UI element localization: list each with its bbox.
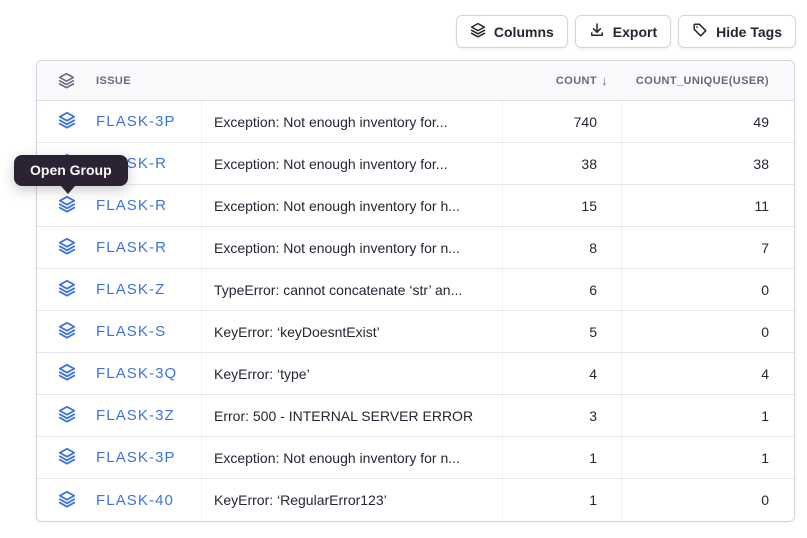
hide-tags-button[interactable]: Hide Tags — [678, 15, 796, 48]
open-group-button[interactable] — [37, 405, 96, 426]
count-unique-value: 0 — [597, 324, 769, 340]
table-row[interactable]: FLASK-3Q KeyError: ‘type’ 4 4 — [37, 353, 794, 395]
issue-link[interactable]: FLASK-3P — [96, 449, 214, 466]
count-unique-value: 7 — [597, 240, 769, 256]
table-body: FLASK-3P Exception: Not enough inventory… — [37, 101, 794, 521]
count-value: 5 — [501, 324, 597, 340]
stack-icon — [58, 447, 76, 468]
issue-link[interactable]: FLASK-40 — [96, 492, 214, 509]
stack-icon — [58, 321, 76, 342]
table-row[interactable]: FLASK-40 KeyError: ‘RegularError123’ 1 0 — [37, 479, 794, 521]
table-row[interactable]: FLASK-Z TypeError: cannot concatenate ‘s… — [37, 269, 794, 311]
issue-summary: TypeError: cannot concatenate ‘str’ an..… — [214, 282, 501, 298]
issue-link[interactable]: FLASK-R — [96, 239, 214, 256]
issue-link[interactable]: FLASK-Z — [96, 281, 214, 298]
open-group-button[interactable] — [37, 195, 96, 216]
stack-icon — [58, 405, 76, 426]
issue-summary: KeyError: ‘RegularError123’ — [214, 492, 501, 508]
discover-results-screen: Columns Export Hide Tags — [0, 0, 807, 538]
count-unique-value: 4 — [597, 366, 769, 382]
issue-summary: KeyError: ‘keyDoesntExist’ — [214, 324, 501, 340]
tooltip-label: Open Group — [30, 162, 112, 178]
open-group-button[interactable] — [37, 111, 96, 132]
count-unique-value: 0 — [597, 282, 769, 298]
table-row[interactable]: FLASK-3P Exception: Not enough inventory… — [37, 101, 794, 143]
count-value: 38 — [501, 156, 597, 172]
table-header-row: ISSUE COUNT ↓ COUNT_UNIQUE(USER) — [37, 61, 794, 101]
count-unique-value: 11 — [597, 198, 769, 214]
issue-summary: Exception: Not enough inventory for n... — [214, 240, 501, 256]
columns-button[interactable]: Columns — [456, 15, 568, 48]
open-group-tooltip: Open Group — [14, 155, 128, 186]
header-stack-icon — [37, 72, 96, 89]
stack-icon — [470, 22, 486, 41]
tag-icon — [692, 22, 708, 41]
count-value: 1 — [501, 492, 597, 508]
stack-icon — [58, 490, 76, 511]
stack-icon — [58, 363, 76, 384]
table-row[interactable]: FLASK-R Exception: Not enough inventory … — [37, 185, 794, 227]
header-count-label: COUNT — [556, 75, 597, 87]
export-button-label: Export — [613, 24, 657, 40]
open-group-button[interactable] — [37, 490, 96, 511]
columns-button-label: Columns — [494, 24, 554, 40]
export-button[interactable]: Export — [575, 15, 671, 48]
count-value: 1 — [501, 450, 597, 466]
issue-summary: Exception: Not enough inventory for h... — [214, 198, 501, 214]
table-row[interactable]: FLASK-R Exception: Not enough inventory … — [37, 143, 794, 185]
toolbar: Columns Export Hide Tags — [456, 15, 796, 48]
sort-desc-arrow-icon: ↓ — [601, 72, 608, 87]
stack-icon — [58, 279, 76, 300]
tooltip-arrow — [61, 186, 75, 194]
table-row[interactable]: FLASK-3P Exception: Not enough inventory… — [37, 437, 794, 479]
issue-link[interactable]: FLASK-3Q — [96, 365, 214, 382]
issue-summary: Error: 500 - INTERNAL SERVER ERROR — [214, 408, 501, 424]
open-group-button[interactable] — [37, 237, 96, 258]
issue-link[interactable]: FLASK-R — [96, 197, 214, 214]
hide-tags-button-label: Hide Tags — [716, 24, 782, 40]
issue-link[interactable]: FLASK-3Z — [96, 407, 214, 424]
issue-summary: KeyError: ‘type’ — [214, 366, 501, 382]
table-row[interactable]: FLASK-R Exception: Not enough inventory … — [37, 227, 794, 269]
count-value: 740 — [501, 114, 597, 130]
count-unique-value: 0 — [597, 492, 769, 508]
count-unique-value: 1 — [597, 408, 769, 424]
count-value: 6 — [501, 282, 597, 298]
issue-summary: Exception: Not enough inventory for... — [214, 156, 501, 172]
stack-icon — [58, 195, 76, 216]
table-row[interactable]: FLASK-S KeyError: ‘keyDoesntExist’ 5 0 — [37, 311, 794, 353]
header-count-unique[interactable]: COUNT_UNIQUE(USER) — [597, 75, 769, 87]
open-group-button[interactable] — [37, 363, 96, 384]
count-value: 8 — [501, 240, 597, 256]
issue-summary: Exception: Not enough inventory for n... — [214, 450, 501, 466]
header-count[interactable]: COUNT ↓ — [501, 75, 597, 87]
stack-icon — [58, 111, 76, 132]
open-group-button[interactable] — [37, 321, 96, 342]
count-value: 3 — [501, 408, 597, 424]
count-value: 15 — [501, 198, 597, 214]
count-unique-value: 38 — [597, 156, 769, 172]
count-value: 4 — [501, 366, 597, 382]
open-group-button[interactable] — [37, 447, 96, 468]
issue-link[interactable]: FLASK-S — [96, 323, 214, 340]
table-row[interactable]: FLASK-3Z Error: 500 - INTERNAL SERVER ER… — [37, 395, 794, 437]
results-table: ISSUE COUNT ↓ COUNT_UNIQUE(USER) FLASK-3… — [36, 60, 795, 522]
issue-summary: Exception: Not enough inventory for... — [214, 114, 501, 130]
count-unique-value: 49 — [597, 114, 769, 130]
stack-icon — [58, 237, 76, 258]
open-group-button[interactable] — [37, 279, 96, 300]
download-icon — [589, 22, 605, 41]
header-issue[interactable]: ISSUE — [96, 75, 214, 87]
count-unique-value: 1 — [597, 450, 769, 466]
issue-link[interactable]: FLASK-3P — [96, 113, 214, 130]
